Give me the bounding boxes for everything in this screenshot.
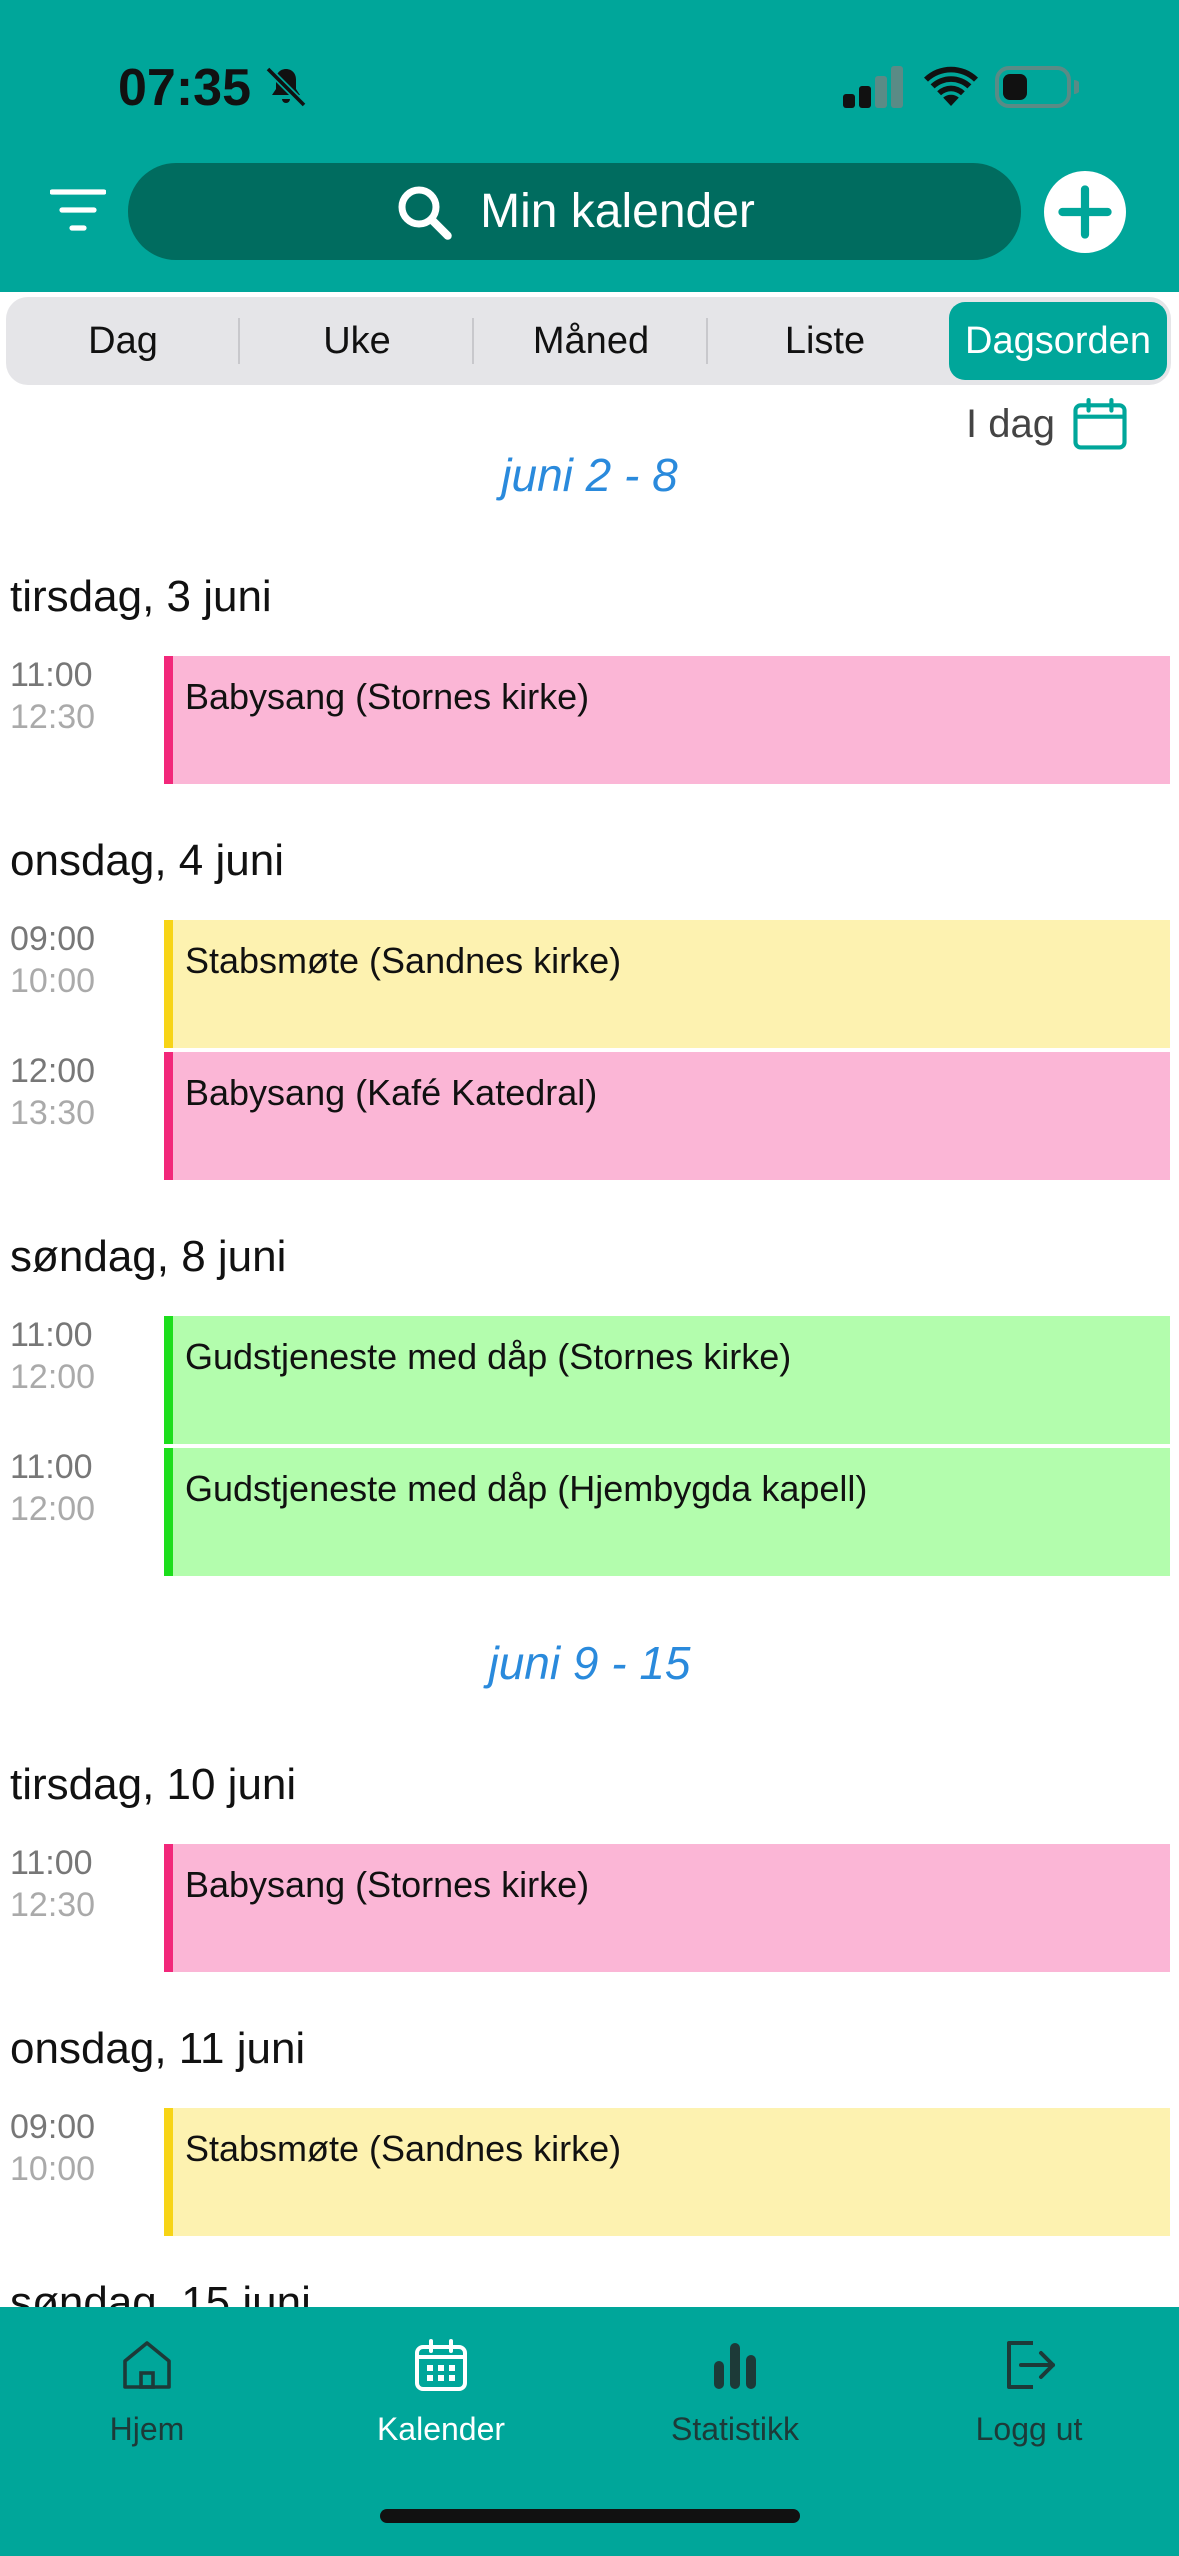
event-start: 12:00 — [10, 1052, 96, 1090]
event-card[interactable]: Babysang (Stornes kirke) — [164, 656, 1170, 784]
logout-icon — [1007, 2341, 1055, 2389]
app-header: 07:35 Min kalender — [0, 0, 1179, 292]
calendar-icon — [415, 2339, 467, 2391]
tab-dagsorden[interactable]: Dagsorden — [949, 302, 1167, 380]
event-start: 11:00 — [10, 1844, 93, 1882]
search-label: Min kalender — [480, 185, 755, 238]
event-end: 10:00 — [10, 962, 96, 1000]
home-icon — [123, 2341, 171, 2389]
nav-logg-ut[interactable]: Logg ut — [882, 2307, 1176, 2477]
event-time: 09:00 10:00 — [10, 2106, 95, 2190]
nav-label: Statistikk — [670, 2411, 800, 2447]
event-card[interactable]: Stabsmøte (Sandnes kirke) — [164, 2108, 1170, 2236]
cell-signal-icon — [843, 66, 903, 108]
filter-icon[interactable] — [50, 188, 106, 232]
event-start: 11:00 — [10, 656, 93, 694]
battery-icon — [995, 66, 1079, 108]
status-time: 07:35 — [118, 59, 251, 117]
plus-icon — [1058, 185, 1112, 239]
day-header: tirsdag, 3 juni — [10, 572, 272, 621]
event-start: 11:00 — [10, 1316, 93, 1354]
event-time: 11:00 12:00 — [10, 1446, 95, 1530]
event-time: 11:00 12:00 — [10, 1314, 95, 1398]
nav-kalender[interactable]: Kalender — [294, 2307, 588, 2477]
event-end: 12:30 — [10, 1886, 96, 1924]
nav-hjem[interactable]: Hjem — [0, 2307, 294, 2477]
event-time: 09:00 10:00 — [10, 918, 95, 1002]
nav-label: Logg ut — [975, 2411, 1083, 2447]
tab-maned[interactable]: Måned — [474, 297, 708, 385]
home-indicator — [380, 2509, 800, 2523]
add-event-button[interactable] — [1044, 171, 1126, 253]
calendar-search-bar[interactable]: Min kalender — [128, 163, 1021, 260]
search-icon — [398, 185, 452, 240]
event-card[interactable]: Gudstjeneste med dåp (Hjembygda kapell) — [164, 1448, 1170, 1576]
event-time: 11:00 12:30 — [10, 1842, 95, 1926]
wifi-icon — [924, 66, 978, 106]
event-time: 12:00 13:30 — [10, 1050, 95, 1134]
event-end: 12:30 — [10, 698, 96, 736]
event-card[interactable]: Babysang (Kafé Katedral) — [164, 1052, 1170, 1180]
tab-uke[interactable]: Uke — [240, 297, 474, 385]
day-header: onsdag, 11 juni — [10, 2024, 306, 2073]
day-header: søndag, 8 juni — [10, 1232, 287, 1281]
event-end: 12:00 — [10, 1490, 96, 1528]
event-time: 11:00 12:30 — [10, 654, 95, 738]
tab-dag[interactable]: Dag — [6, 297, 240, 385]
calendar-icon — [1073, 398, 1127, 450]
event-card[interactable]: Babysang (Stornes kirke) — [164, 1844, 1170, 1972]
week-header: juni 2 - 8 — [501, 449, 678, 501]
event-start: 09:00 — [10, 920, 96, 958]
nav-label: Hjem — [109, 2411, 185, 2447]
event-card[interactable]: Gudstjeneste med dåp (Stornes kirke) — [164, 1316, 1170, 1444]
day-header: onsdag, 4 juni — [10, 836, 284, 885]
nav-statistikk[interactable]: Statistikk — [588, 2307, 882, 2477]
event-start: 09:00 — [10, 2108, 96, 2146]
tab-liste[interactable]: Liste — [708, 297, 942, 385]
event-end: 13:30 — [10, 1094, 96, 1132]
bar-chart-icon — [714, 2343, 756, 2389]
event-card[interactable]: Stabsmøte (Sandnes kirke) — [164, 920, 1170, 1048]
day-header: tirsdag, 10 juni — [10, 1760, 297, 1809]
event-start: 11:00 — [10, 1448, 93, 1486]
event-end: 10:00 — [10, 2150, 96, 2188]
bell-off-icon — [265, 66, 307, 108]
today-button[interactable]: I dag — [966, 398, 1127, 450]
event-end: 12:00 — [10, 1358, 96, 1396]
today-label: I dag — [966, 401, 1055, 446]
week-header: juni 9 - 15 — [488, 1637, 691, 1689]
view-switcher: Dag Uke Måned Liste Dagsorden — [6, 297, 1171, 385]
nav-label: Kalender — [376, 2411, 506, 2447]
